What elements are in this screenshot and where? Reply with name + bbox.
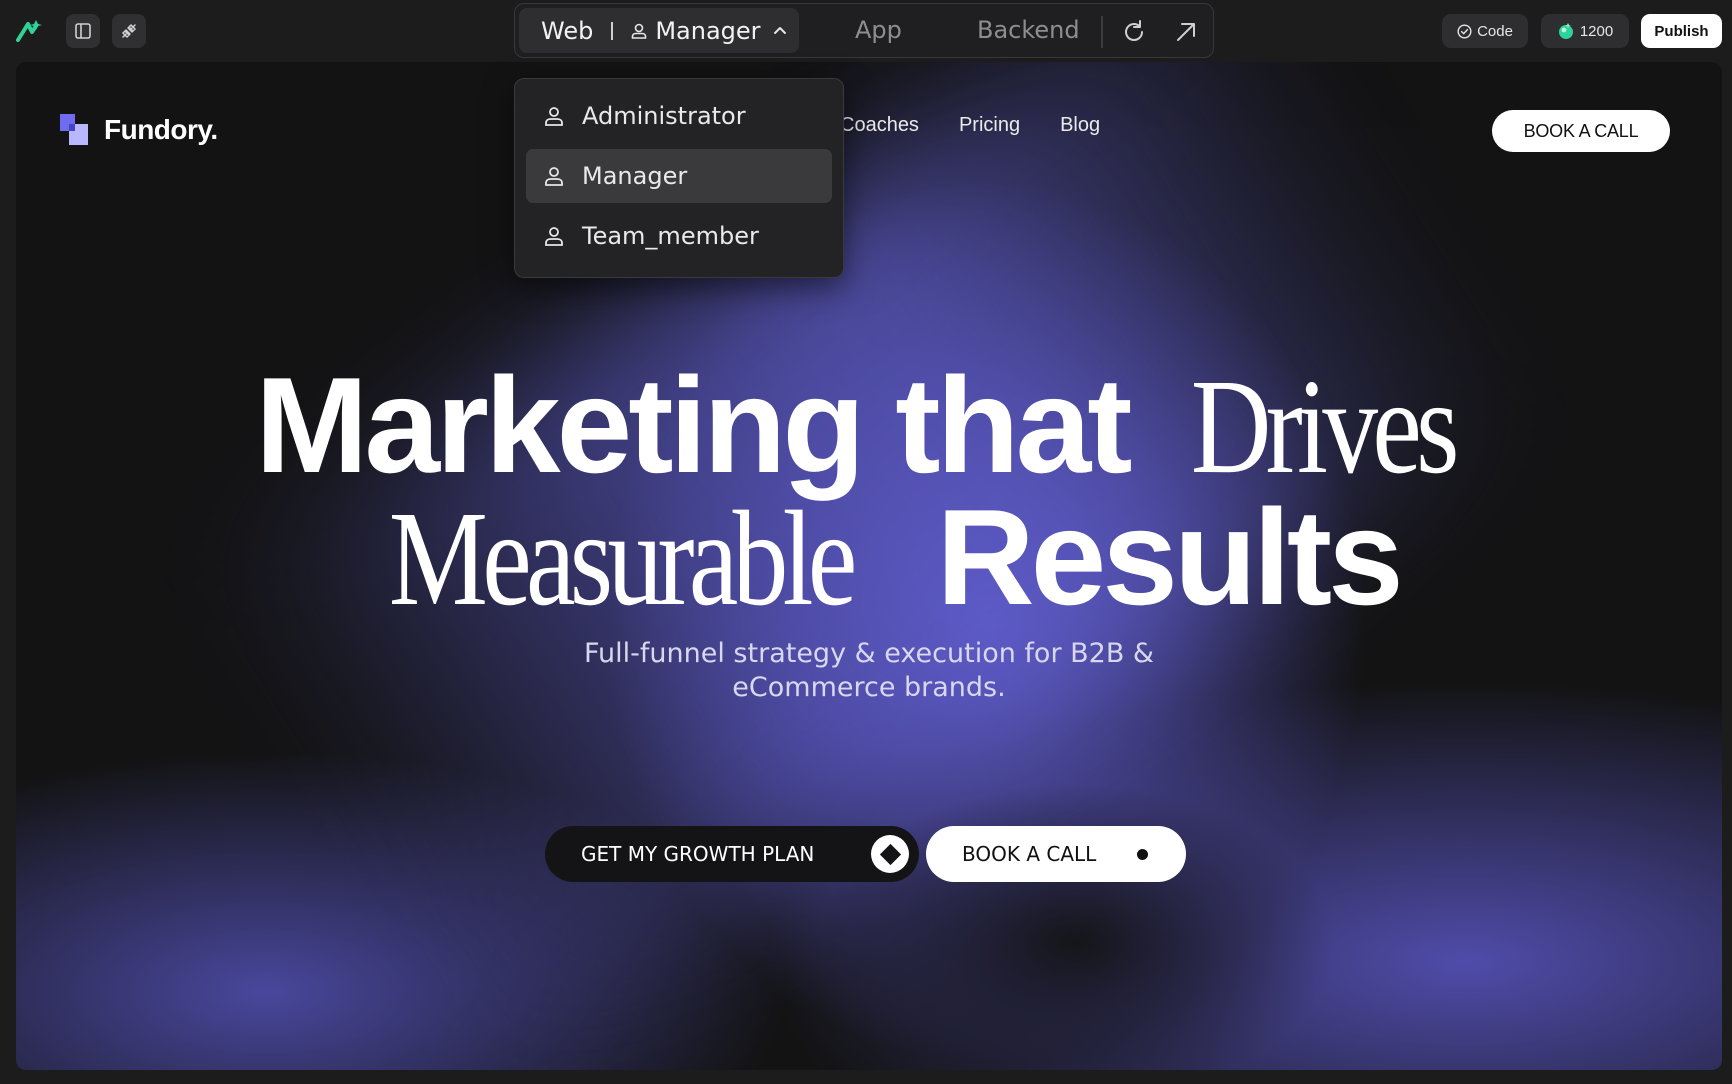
site-logo[interactable]: Fundory. [60,114,218,146]
user-icon [545,167,563,186]
nav-link-pricing[interactable]: Pricing [959,114,1020,137]
top-bar: Web Manager App Backend Code 1200 Publis… [0,0,1732,62]
tab-backend[interactable]: Backend [977,16,1080,44]
hero-line2-serif: Measurable [389,484,858,634]
get-growth-plan-button[interactable]: GET MY GROWTH PLAN [545,826,919,882]
hero-subtitle: Full-funnel strategy & execution for B2B… [583,638,1154,703]
toggle-sidebar-button[interactable] [66,14,100,48]
user-icon [545,227,563,246]
role-option-administrator[interactable]: Administrator [526,89,832,143]
role-option-team-member[interactable]: Team_member [526,209,832,263]
hero-book-call-label: BOOK A CALL [962,842,1097,866]
tab-web-label: Web [541,16,594,45]
tab-web[interactable]: Web Manager [519,8,799,53]
role-option-manager[interactable]: Manager [526,149,832,203]
role-dropdown-menu: Administrator Manager Team_member [514,78,844,278]
site-nav: Coaches Pricing Blog [840,114,1140,137]
tab-app[interactable]: App [855,16,902,44]
dot-icon [1137,849,1148,860]
code-button[interactable]: Code [1442,14,1528,48]
integrations-button[interactable] [112,14,146,48]
site-preview: Fundory. Coaches Pricing Blog BOOK A CAL… [16,62,1722,1070]
publish-button[interactable]: Publish [1641,14,1722,48]
app-logo-icon[interactable] [16,18,44,44]
environment-switcher: Web Manager App Backend [514,3,1214,58]
credits-button[interactable]: 1200 [1541,14,1629,48]
role-option-label: Administrator [582,102,746,130]
fundory-logo-icon [60,114,90,146]
plug-icon [121,23,137,39]
nav-link-blog[interactable]: Blog [1060,114,1100,137]
nav-book-call-button[interactable]: BOOK A CALL [1492,110,1670,152]
hero-headline-line1: Marketing that Drives [16,350,1722,502]
chevron-up-icon[interactable] [771,22,789,40]
hero-book-call-button[interactable]: BOOK A CALL [926,826,1186,882]
hero-line2-sans: Results [936,481,1403,633]
divider [611,21,614,40]
user-icon [545,107,563,126]
site-brand-name: Fundory. [104,114,218,145]
credits-count: 1200 [1579,22,1614,40]
check-circle-icon [1457,23,1472,39]
nav-link-coaches[interactable]: Coaches [840,114,919,137]
open-external-icon[interactable] [1172,18,1200,46]
diamond-icon [871,835,909,873]
credits-coin-icon [1558,23,1573,39]
role-selector-label[interactable]: Manager [655,17,760,45]
hero-headline-line2: Measurable Results [16,482,1722,634]
divider [1101,16,1103,48]
hero-line1-serif: Drives [1191,352,1460,502]
get-growth-plan-label: GET MY GROWTH PLAN [581,842,815,866]
role-option-label: Manager [582,162,688,190]
sidebar-icon [75,23,91,39]
hero-line1-sans: Marketing that [255,349,1132,501]
user-icon [632,23,647,39]
refresh-icon[interactable] [1120,18,1148,46]
role-option-label: Team_member [582,222,759,250]
code-label: Code [1477,22,1513,40]
